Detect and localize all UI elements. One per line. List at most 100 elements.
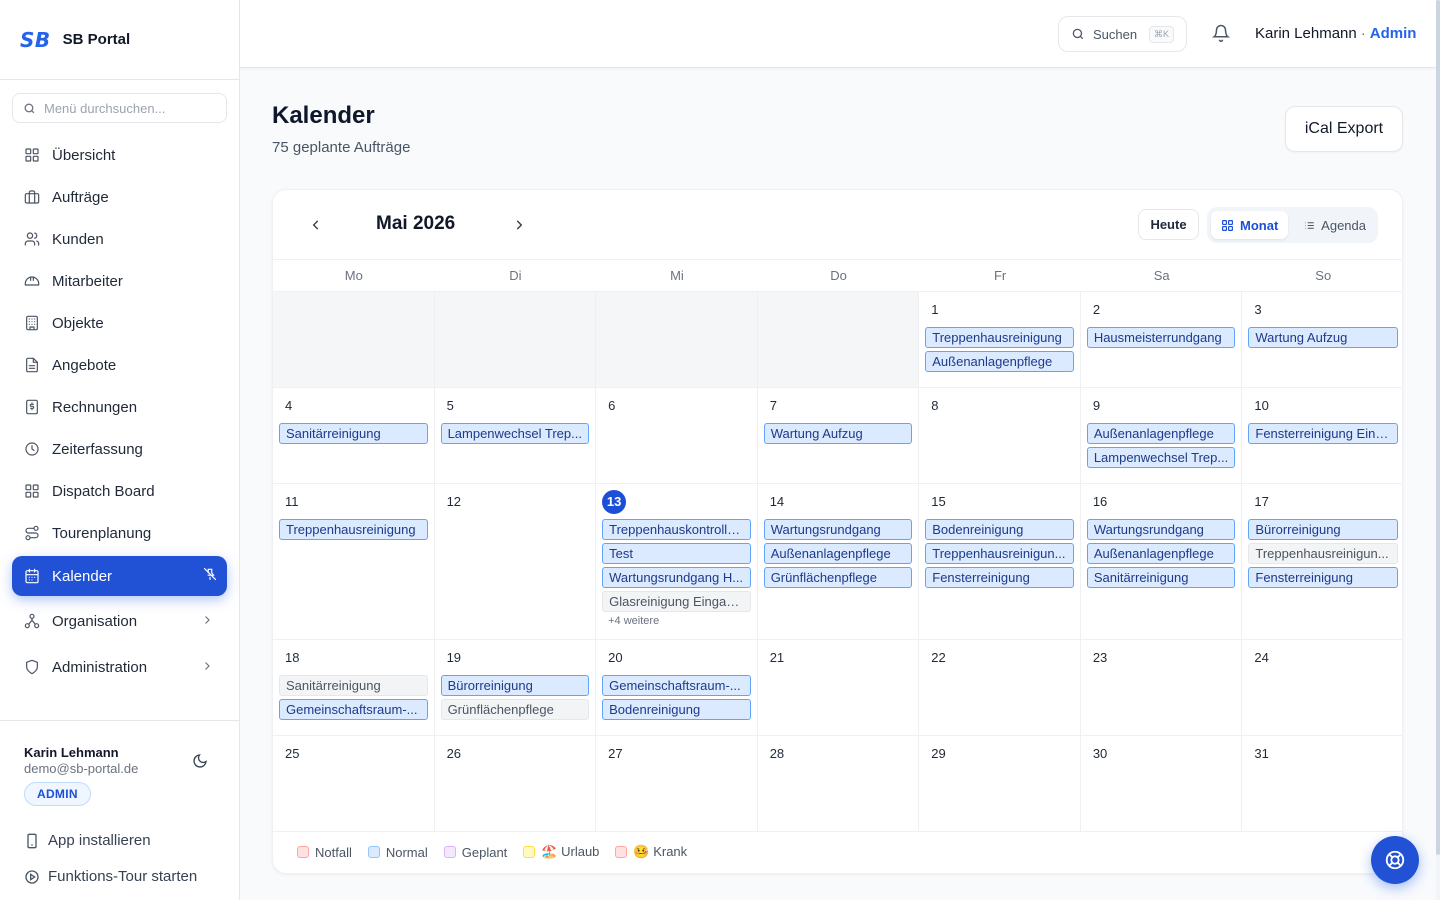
calendar-event[interactable]: Sanitärreinigung: [279, 675, 428, 696]
menu-search-input[interactable]: [44, 100, 214, 116]
calendar-event[interactable]: Wartungsrundgang: [763, 519, 913, 540]
day-cell[interactable]: 13 Treppenhauskontrolle... Test Wartungsrun…: [596, 484, 758, 639]
calendar-event[interactable]: Außenanlagenpflege: [1086, 423, 1236, 444]
day-cell[interactable]: 24: [1242, 640, 1402, 735]
day-cell[interactable]: 17 Bürorreinigung Treppenhausreinigun... Fe…: [1242, 484, 1402, 639]
calendar-event[interactable]: Gemeinschaftsraum-...: [279, 699, 428, 720]
day-cell[interactable]: 20 Gemeinschaftsraum-... Bodenreinigung: [596, 640, 758, 735]
user-menu[interactable]: Karin Lehmann · Admin: [1255, 25, 1416, 42]
calendar-event[interactable]: Treppenhausreinigung: [279, 519, 428, 540]
day-cell[interactable]: 15 Bodenreinigung Treppenhausreinigun... Fe…: [919, 484, 1081, 639]
calendar-event[interactable]: Treppenhauskontrolle...: [602, 519, 751, 540]
calendar-event[interactable]: Lampenwechsel Trep...: [440, 423, 590, 444]
calendar-event[interactable]: Glasreinigung Eingan...: [602, 591, 751, 612]
sidebar-item-ubersicht[interactable]: Übersicht: [12, 134, 227, 176]
moon-icon[interactable]: [192, 753, 208, 774]
weekday-label: Fr: [993, 268, 1007, 283]
help-button[interactable]: [1371, 836, 1419, 884]
calendar-event[interactable]: Bodenreinigung: [602, 699, 751, 720]
calendar-event[interactable]: Grünflächenpflege: [763, 567, 913, 588]
calendar-event[interactable]: Fensterreinigung: [1248, 567, 1398, 588]
view-month-button[interactable]: Monat: [1211, 211, 1288, 239]
day-cell[interactable]: 11 Treppenhausreinigung: [273, 484, 435, 639]
calendar-event[interactable]: Außenanlagenpflege: [925, 351, 1074, 372]
calendar-event[interactable]: Treppenhausreinigun...: [925, 543, 1074, 564]
sidebar-item-dispatch-board[interactable]: Dispatch Board: [12, 470, 227, 512]
day-cell[interactable]: 16 Wartungsrundgang Außenanlagenpflege Sani…: [1081, 484, 1243, 639]
day-cell[interactable]: 25: [273, 736, 435, 831]
calendar-event[interactable]: Fensterreinigung: [925, 567, 1074, 588]
feature-tour-link[interactable]: Funktions-Tour starten: [24, 868, 197, 885]
day-cell[interactable]: 1 Treppenhausreinigung Außenanlagenpflege: [919, 292, 1081, 387]
today-button[interactable]: Heute: [1138, 209, 1199, 240]
sidebar-item-mitarbeiter[interactable]: Mitarbeiter: [12, 260, 227, 302]
calendar-event[interactable]: Treppenhausreinigung: [925, 327, 1074, 348]
calendar-event[interactable]: Wartungsrundgang H...: [602, 567, 751, 588]
prev-month-button[interactable]: [305, 214, 327, 236]
calendar-event[interactable]: Außenanlagenpflege: [763, 543, 913, 564]
day-cell[interactable]: 7 Wartung Aufzug: [758, 388, 920, 483]
brand[interactable]: SB SB Portal: [0, 0, 239, 80]
calendar-event[interactable]: Lampenwechsel Trep...: [1086, 447, 1236, 468]
day-cell[interactable]: 28: [758, 736, 920, 831]
day-cell[interactable]: 27: [596, 736, 758, 831]
next-month-button[interactable]: [508, 214, 530, 236]
sidebar-item-auftrage[interactable]: Aufträge: [12, 176, 227, 218]
sidebar-item-administration[interactable]: Administration: [12, 644, 227, 690]
day-cell[interactable]: 9 Außenanlagenpflege Lampenwechsel Trep...: [1081, 388, 1243, 483]
calendar-event[interactable]: Wartung Aufzug: [763, 423, 913, 444]
day-cell[interactable]: 4 Sanitärreinigung: [273, 388, 435, 483]
day-cell[interactable]: 26: [435, 736, 597, 831]
calendar-event[interactable]: Außenanlagenpflege: [1086, 543, 1236, 564]
day-cell[interactable]: 12: [435, 484, 597, 639]
day-cell[interactable]: 31: [1242, 736, 1402, 831]
calendar-event[interactable]: Bürorreinigung: [1248, 519, 1398, 540]
day-cell[interactable]: 3 Wartung Aufzug: [1242, 292, 1402, 387]
calendar-event[interactable]: Treppenhausreinigun...: [1248, 543, 1398, 564]
day-number: 11: [285, 494, 299, 509]
pin-off-icon[interactable]: [203, 567, 217, 585]
scrollbar-thumb[interactable]: [1436, 0, 1440, 855]
calendar-event[interactable]: Bürorreinigung: [440, 675, 590, 696]
calendar-event[interactable]: Sanitärreinigung: [279, 423, 428, 444]
calendar-event[interactable]: Test: [602, 543, 751, 564]
sidebar-item-kunden[interactable]: Kunden: [12, 218, 227, 260]
sidebar-item-zeiterfassung[interactable]: Zeiterfassung: [12, 428, 227, 470]
day-cell[interactable]: 22: [919, 640, 1081, 735]
sidebar-item-angebote[interactable]: Angebote: [12, 344, 227, 386]
sidebar-item-tourenplanung[interactable]: Tourenplanung: [12, 512, 227, 554]
install-app-link[interactable]: App installieren: [24, 832, 151, 849]
sidebar-item-organisation[interactable]: Organisation: [12, 598, 227, 644]
calendar-event[interactable]: Wartungsrundgang: [1086, 519, 1236, 540]
day-cell[interactable]: 19 Bürorreinigung Grünflächenpflege: [435, 640, 597, 735]
day-cell[interactable]: 10 Fensterreinigung Eing...: [1242, 388, 1402, 483]
calendar-event[interactable]: Bodenreinigung: [925, 519, 1074, 540]
day-cell[interactable]: 29: [919, 736, 1081, 831]
day-cell[interactable]: 6: [596, 388, 758, 483]
day-number: 19: [446, 650, 462, 665]
day-cell[interactable]: 14 Wartungsrundgang Außenanlagenpflege Grün…: [758, 484, 920, 639]
day-cell[interactable]: 30: [1081, 736, 1243, 831]
day-cell[interactable]: 21: [758, 640, 920, 735]
calendar-event[interactable]: Grünflächenpflege: [440, 699, 590, 720]
calendar-event[interactable]: Hausmeisterrundgang: [1086, 327, 1236, 348]
bell-icon[interactable]: [1211, 24, 1231, 47]
calendar-event[interactable]: Sanitärreinigung: [1086, 567, 1236, 588]
more-events-link[interactable]: +4 weitere: [602, 615, 751, 627]
day-cell[interactable]: 2 Hausmeisterrundgang: [1081, 292, 1243, 387]
sidebar-item-kalender[interactable]: Kalender: [12, 556, 227, 596]
day-cell[interactable]: 8: [919, 388, 1081, 483]
menu-search[interactable]: [12, 93, 227, 123]
ical-export-button[interactable]: iCal Export: [1285, 106, 1403, 152]
scrollbar-track[interactable]: [1436, 0, 1440, 900]
sidebar-item-objekte[interactable]: Objekte: [12, 302, 227, 344]
calendar-event[interactable]: Wartung Aufzug: [1248, 327, 1398, 348]
day-cell[interactable]: 5 Lampenwechsel Trep...: [435, 388, 597, 483]
day-cell[interactable]: 23: [1081, 640, 1243, 735]
sidebar-item-rechnungen[interactable]: Rechnungen: [12, 386, 227, 428]
day-cell[interactable]: 18 Sanitärreinigung Gemeinschaftsraum-...: [273, 640, 435, 735]
calendar-event[interactable]: Fensterreinigung Eing...: [1248, 423, 1398, 444]
calendar-event[interactable]: Gemeinschaftsraum-...: [602, 675, 751, 696]
view-agenda-button[interactable]: Agenda: [1294, 211, 1374, 239]
global-search[interactable]: Suchen ⌘K: [1058, 16, 1187, 52]
